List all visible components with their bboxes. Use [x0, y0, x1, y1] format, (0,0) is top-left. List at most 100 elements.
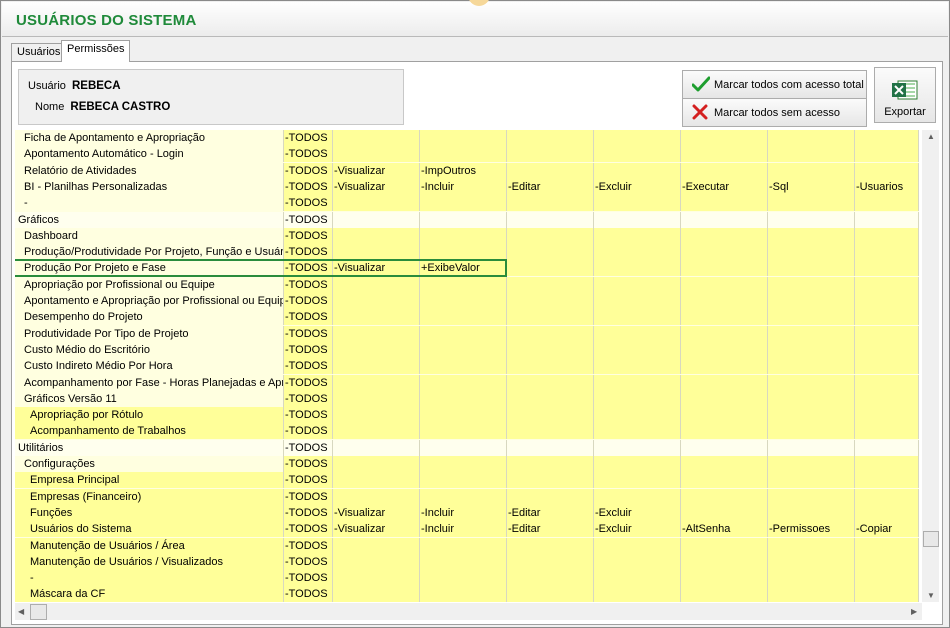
- permission-cell[interactable]: [507, 342, 594, 358]
- permission-cell[interactable]: [855, 407, 919, 423]
- permission-cell[interactable]: [507, 244, 594, 260]
- module-name-cell[interactable]: Acompanhamento de Trabalhos: [15, 423, 284, 439]
- permission-cell[interactable]: -TODOS: [284, 456, 333, 472]
- permission-cell[interactable]: [420, 309, 507, 325]
- permission-cell[interactable]: [420, 212, 507, 228]
- permission-cell[interactable]: [507, 309, 594, 325]
- permission-cell[interactable]: [681, 505, 768, 521]
- permission-cell[interactable]: [594, 130, 681, 146]
- scroll-down-icon[interactable]: ▼: [927, 591, 935, 600]
- permission-cell[interactable]: [594, 326, 681, 342]
- permission-cell[interactable]: -TODOS: [284, 440, 333, 456]
- table-row[interactable]: Manutenção de Usuários / Visualizados -TO…: [15, 554, 919, 570]
- scroll-right-icon[interactable]: ▶: [911, 607, 917, 616]
- table-row[interactable]: Gráficos -TODOS: [15, 212, 919, 228]
- table-row[interactable]: Empresas (Financeiro) -TODOS: [15, 489, 919, 505]
- module-name-cell[interactable]: Manutenção de Usuários / Visualizados: [15, 554, 284, 570]
- permission-cell[interactable]: [507, 423, 594, 439]
- permission-cell[interactable]: [420, 342, 507, 358]
- permission-cell[interactable]: [855, 309, 919, 325]
- table-row[interactable]: Custo Indireto Médio Por Hora -TODOS: [15, 358, 919, 374]
- permission-cell[interactable]: [594, 293, 681, 309]
- module-name-cell[interactable]: Produção/Produtividade Por Projeto, Funç…: [15, 244, 284, 260]
- permission-cell[interactable]: [768, 228, 855, 244]
- permission-cell[interactable]: [333, 130, 420, 146]
- table-row[interactable]: Configurações -TODOS: [15, 456, 919, 472]
- permission-cell[interactable]: [333, 489, 420, 505]
- permission-cell[interactable]: [855, 212, 919, 228]
- permission-cell[interactable]: [681, 309, 768, 325]
- permission-cell[interactable]: -TODOS: [284, 163, 333, 179]
- permission-cell[interactable]: [420, 570, 507, 586]
- permission-cell[interactable]: [681, 326, 768, 342]
- permission-cell[interactable]: [855, 489, 919, 505]
- table-row[interactable]: Apontamento e Apropriação por Profission…: [15, 293, 919, 309]
- permission-cell[interactable]: [681, 358, 768, 374]
- permission-cell[interactable]: -TODOS: [284, 277, 333, 293]
- permission-cell[interactable]: -TODOS: [284, 244, 333, 260]
- permission-cell[interactable]: [507, 163, 594, 179]
- permission-cell[interactable]: -TODOS: [284, 358, 333, 374]
- permission-cell[interactable]: [507, 456, 594, 472]
- module-name-cell[interactable]: Configurações: [15, 456, 284, 472]
- permission-cell[interactable]: -TODOS: [284, 342, 333, 358]
- permission-cell[interactable]: [855, 554, 919, 570]
- permission-cell[interactable]: -TODOS: [284, 375, 333, 391]
- permission-cell[interactable]: [507, 407, 594, 423]
- permission-cell[interactable]: [333, 423, 420, 439]
- permission-cell[interactable]: [681, 146, 768, 162]
- permission-cell[interactable]: -TODOS: [284, 293, 333, 309]
- permission-cell[interactable]: [855, 505, 919, 521]
- table-row[interactable]: Funções -TODOS -Visualizar -Incluir -Editar -…: [15, 505, 919, 521]
- vertical-scrollbar[interactable]: ▲ ▼: [922, 130, 939, 602]
- permission-cell[interactable]: [333, 538, 420, 554]
- permission-cell[interactable]: -TODOS: [284, 521, 333, 537]
- table-row[interactable]: Máscara da CF -TODOS: [15, 586, 919, 602]
- permission-cell[interactable]: [855, 277, 919, 293]
- permission-cell[interactable]: [681, 456, 768, 472]
- table-row[interactable]: Dashboard -TODOS: [15, 228, 919, 244]
- permission-cell[interactable]: [594, 309, 681, 325]
- permission-cell[interactable]: [420, 554, 507, 570]
- permission-cell[interactable]: [507, 260, 594, 276]
- horizontal-scroll-thumb[interactable]: [30, 604, 47, 620]
- module-name-cell[interactable]: Ficha de Apontamento e Apropriação: [15, 130, 284, 146]
- permission-cell[interactable]: [420, 358, 507, 374]
- permission-cell[interactable]: [855, 456, 919, 472]
- tab-usuarios[interactable]: Usuários: [11, 43, 67, 62]
- permission-cell[interactable]: [855, 358, 919, 374]
- permission-cell[interactable]: [507, 440, 594, 456]
- table-row[interactable]: Desempenho do Projeto -TODOS: [15, 309, 919, 325]
- permission-cell[interactable]: [507, 130, 594, 146]
- permission-cell[interactable]: [855, 375, 919, 391]
- permission-cell[interactable]: [420, 146, 507, 162]
- permission-cell[interactable]: [855, 146, 919, 162]
- permission-cell[interactable]: [681, 342, 768, 358]
- permission-cell[interactable]: -Incluir: [420, 521, 507, 537]
- permission-cell[interactable]: [420, 277, 507, 293]
- permission-cell[interactable]: -Usuarios: [855, 179, 919, 195]
- permission-cell[interactable]: -TODOS: [284, 391, 333, 407]
- permission-cell[interactable]: [420, 391, 507, 407]
- permission-cell[interactable]: -Incluir: [420, 179, 507, 195]
- permission-cell[interactable]: [594, 342, 681, 358]
- permission-cell[interactable]: [681, 586, 768, 602]
- permission-cell[interactable]: [681, 489, 768, 505]
- module-name-cell[interactable]: BI - Planilhas Personalizadas: [15, 179, 284, 195]
- module-name-cell[interactable]: Gráficos: [15, 212, 284, 228]
- permission-cell[interactable]: [594, 146, 681, 162]
- permission-cell[interactable]: -TODOS: [284, 505, 333, 521]
- table-row[interactable]: Custo Médio do Escritório -TODOS: [15, 342, 919, 358]
- permission-cell[interactable]: [507, 489, 594, 505]
- permission-cell[interactable]: [855, 130, 919, 146]
- permission-cell[interactable]: [420, 130, 507, 146]
- permission-cell[interactable]: [681, 570, 768, 586]
- permission-cell[interactable]: [333, 212, 420, 228]
- permission-cell[interactable]: [333, 570, 420, 586]
- permission-cell[interactable]: [855, 195, 919, 211]
- permission-cell[interactable]: [681, 554, 768, 570]
- permission-cell[interactable]: [333, 195, 420, 211]
- permission-cell[interactable]: [855, 472, 919, 488]
- module-name-cell[interactable]: Utilitários: [15, 440, 284, 456]
- permission-cell[interactable]: -Visualizar: [333, 260, 420, 276]
